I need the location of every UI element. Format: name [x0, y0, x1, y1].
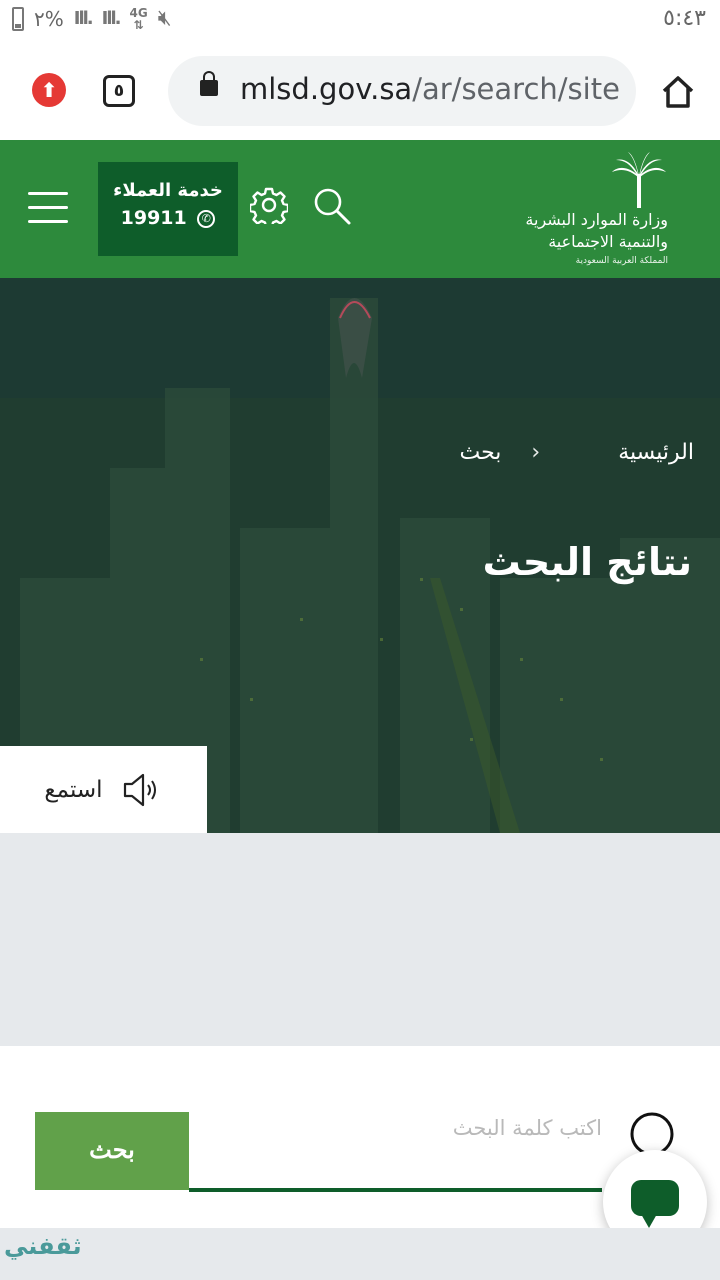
customer-service-box[interactable]: خدمة العملاء 19911 ✆ — [98, 162, 238, 256]
battery-percent: ٢% — [34, 6, 64, 31]
bottom-strip — [0, 1228, 720, 1280]
chat-bubble-icon — [631, 1180, 679, 1228]
site-header: خدمة العملاء 19911 ✆ وزارة الموارد البشر… — [0, 140, 720, 278]
watermark: ثقفني — [4, 1232, 82, 1260]
hero-banner: الرئيسية ‹ بحث نتائج البحث استمع — [0, 278, 720, 833]
listen-button[interactable]: استمع — [0, 746, 207, 833]
content-spacer — [0, 833, 720, 1046]
palm-emblem-icon — [612, 152, 666, 208]
country-name: المملكة العربية السعودية — [575, 256, 668, 266]
signal-icon: Ill. — [73, 8, 94, 29]
mute-icon: 🔇︎ — [157, 6, 172, 31]
customer-service-label: خدمة العملاء — [113, 180, 223, 201]
clock: ٥:٤٣ — [663, 6, 706, 31]
search-icon[interactable] — [312, 186, 352, 226]
browser-toolbar: ⬆ ٥ mlsd.gov.sa/ar/search/site — [0, 40, 720, 140]
battery-icon — [12, 6, 24, 31]
url-bar[interactable]: mlsd.gov.sa/ar/search/site — [168, 56, 636, 126]
update-icon[interactable]: ⬆ — [32, 73, 66, 107]
ministry-logo[interactable]: وزارة الموارد البشرية والتنمية الاجتماعي… — [525, 152, 668, 272]
url-path: /ar/search/site — [412, 72, 620, 106]
search-button[interactable]: بحث — [35, 1112, 189, 1190]
url-text[interactable]: mlsd.gov.sa/ar/search/site — [240, 72, 620, 106]
gear-icon[interactable] — [250, 186, 288, 224]
home-icon[interactable] — [660, 74, 696, 110]
search-input[interactable]: اكتب كلمة البحث — [189, 1106, 602, 1192]
speaker-icon — [123, 773, 156, 806]
search-placeholder: اكتب كلمة البحث — [452, 1116, 602, 1140]
lock-icon — [200, 71, 218, 96]
signal-icon-2: Ill. — [101, 8, 122, 29]
chevron-left-icon: ‹ — [531, 440, 541, 465]
url-domain: mlsd.gov.sa — [240, 72, 413, 106]
phone-icon: ✆ — [197, 209, 216, 228]
ministry-name-line2: والتنمية الاجتماعية — [548, 232, 668, 251]
status-icons: ٢% Ill. Ill. 4G ⇅ 🔇︎ — [12, 6, 172, 31]
status-bar: ٢% Ill. Ill. 4G ⇅ 🔇︎ ٥:٤٣ — [0, 0, 720, 40]
tab-switcher-button[interactable]: ٥ — [103, 75, 135, 107]
network-type: 4G ⇅ — [129, 5, 148, 32]
breadcrumb: الرئيسية ‹ بحث — [459, 440, 694, 465]
breadcrumb-home[interactable]: الرئيسية — [618, 440, 694, 465]
listen-label: استمع — [44, 776, 103, 803]
page-title: نتائج البحث — [482, 540, 692, 584]
menu-icon[interactable] — [28, 192, 68, 226]
breadcrumb-current: بحث — [459, 440, 502, 465]
customer-service-number: 19911 ✆ — [98, 207, 238, 229]
ministry-name-line1: وزارة الموارد البشرية — [525, 210, 668, 229]
